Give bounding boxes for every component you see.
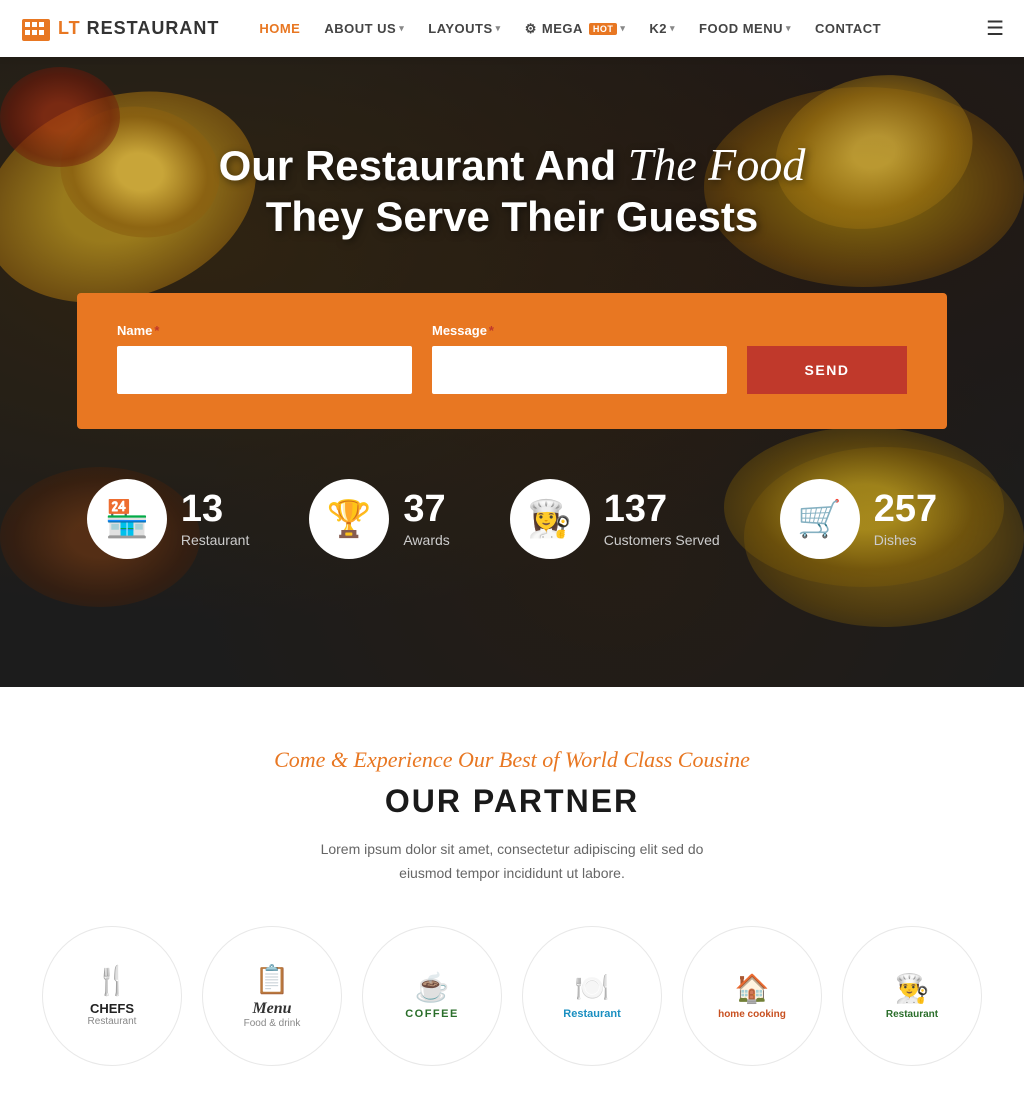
stat-label-awards: Awards <box>403 532 449 548</box>
homecooking-icon: 🏠 <box>735 972 770 1005</box>
chevron-down-icon: ▾ <box>786 23 791 34</box>
stat-item-dishes: 🛒 257 Dishes <box>780 479 937 559</box>
stat-icon-dishes: 🛒 <box>780 479 860 559</box>
partner-logo-restaurant[interactable]: 🍽️ Restaurant <box>522 926 662 1066</box>
hot-badge: HOT <box>589 23 618 35</box>
partner-subtitle: Come & Experience Our Best of World Clas… <box>40 747 984 773</box>
nav-item-home[interactable]: HOME <box>249 15 310 42</box>
rest2-name: Restaurant <box>886 1009 938 1020</box>
nav-item-k2[interactable]: K2 ▾ <box>639 15 685 42</box>
send-button[interactable]: SEND <box>747 346 907 394</box>
rest2-icon: 👨‍🍳 <box>895 972 930 1005</box>
stat-icon-customers: 👩‍🍳 <box>510 479 590 559</box>
stat-item-customers: 👩‍🍳 137 Customers Served <box>510 479 720 559</box>
logo[interactable]: LT RESTAURANT <box>20 13 219 45</box>
food-deco-tomato <box>0 67 120 167</box>
chefs-icon: 🍴 <box>95 964 130 997</box>
stat-label-restaurant: Restaurant <box>181 532 249 548</box>
chevron-down-icon: ▾ <box>670 23 675 34</box>
name-input[interactable] <box>117 346 412 394</box>
partner-title: OUR PARTNER <box>40 783 984 820</box>
stat-item-restaurant: 🏪 13 Restaurant <box>87 479 249 559</box>
partner-logo-rest2[interactable]: 👨‍🍳 Restaurant <box>842 926 982 1066</box>
globe-icon: ⚙ <box>525 21 537 37</box>
chevron-down-icon: ▾ <box>496 23 501 34</box>
partner-logo-chefs[interactable]: 🍴 CHEFS Restaurant <box>42 926 182 1066</box>
stat-number-awards: 37 <box>403 490 449 528</box>
partner-logo-homecooking[interactable]: 🏠 home cooking <box>682 926 822 1066</box>
message-required: * <box>489 323 494 338</box>
hero-content: Our Restaurant And The Food They Serve T… <box>219 57 806 273</box>
logo-text: LT RESTAURANT <box>58 18 219 39</box>
chefs-name: CHEFS <box>90 1001 134 1016</box>
hero-title: Our Restaurant And The Food They Serve T… <box>219 137 806 243</box>
partner-logo-coffee[interactable]: ☕ COFFEE <box>362 926 502 1066</box>
message-form-group: Message* <box>432 323 727 394</box>
homecooking-name: home cooking <box>718 1009 786 1020</box>
stat-number-dishes: 257 <box>874 490 937 528</box>
partner-logos: 🍴 CHEFS Restaurant 📋 Menu Food & drink ☕… <box>40 926 984 1066</box>
partner-section: Come & Experience Our Best of World Clas… <box>0 687 1024 1116</box>
stat-text-restaurant: 13 Restaurant <box>181 490 249 548</box>
stat-icon-awards: 🏆 <box>309 479 389 559</box>
name-label: Name* <box>117 323 412 338</box>
partner-description: Lorem ipsum dolor sit amet, consectetur … <box>312 838 712 886</box>
message-input[interactable] <box>432 346 727 394</box>
nav-links: HOME ABOUT US ▾ LAYOUTS ▾ ⚙ MEGA HOT ▾ K… <box>249 15 986 43</box>
restaurant-icon: 🏪 <box>104 498 149 540</box>
nav-item-contact[interactable]: CONTACT <box>805 15 891 42</box>
nav-item-layouts[interactable]: LAYOUTS ▾ <box>418 15 510 42</box>
name-required: * <box>154 323 159 338</box>
stat-icon-restaurant: 🏪 <box>87 479 167 559</box>
restaurant2-icon: 🍽️ <box>575 971 610 1004</box>
hero-title-cursive: The Food <box>628 139 806 190</box>
contact-form-section: Name* Message* SEND <box>77 293 947 429</box>
form-row: Name* Message* SEND <box>117 323 907 394</box>
partner-logo-menu[interactable]: 📋 Menu Food & drink <box>202 926 342 1066</box>
stat-text-customers: 137 Customers Served <box>604 490 720 548</box>
hero-section: Our Restaurant And The Food They Serve T… <box>0 57 1024 687</box>
chevron-down-icon: ▾ <box>620 23 625 34</box>
message-label: Message* <box>432 323 727 338</box>
stat-item-awards: 🏆 37 Awards <box>309 479 449 559</box>
menu-icon: 📋 <box>255 963 290 996</box>
menu-name: Menu <box>252 1000 291 1018</box>
stat-text-awards: 37 Awards <box>403 490 449 548</box>
name-form-group: Name* <box>117 323 412 394</box>
stat-number-restaurant: 13 <box>181 490 249 528</box>
restaurant2-name: Restaurant <box>563 1008 620 1020</box>
hamburger-menu[interactable]: ☰ <box>986 16 1004 41</box>
stat-label-customers: Customers Served <box>604 532 720 548</box>
coffee-icon: ☕ <box>415 971 450 1004</box>
stat-label-dishes: Dishes <box>874 532 937 548</box>
stat-text-dishes: 257 Dishes <box>874 490 937 548</box>
coffee-name: COFFEE <box>405 1008 459 1020</box>
chevron-down-icon: ▾ <box>399 23 404 34</box>
nav-item-about[interactable]: ABOUT US ▾ <box>314 15 414 42</box>
chef-icon: 👩‍🍳 <box>527 498 572 540</box>
stat-number-customers: 137 <box>604 490 720 528</box>
chefs-sub: Restaurant <box>88 1016 137 1027</box>
stats-section: 🏪 13 Restaurant 🏆 37 Awards 👩‍🍳 137 Cust… <box>0 429 1024 599</box>
navbar: LT RESTAURANT HOME ABOUT US ▾ LAYOUTS ▾ … <box>0 0 1024 57</box>
logo-icon <box>20 13 52 45</box>
dishes-icon: 🛒 <box>797 498 842 540</box>
nav-item-food-menu[interactable]: FOOD MENU ▾ <box>689 15 801 42</box>
nav-item-mega[interactable]: ⚙ MEGA HOT ▾ <box>515 15 636 43</box>
trophy-icon: 🏆 <box>327 498 372 540</box>
menu-sub: Food & drink <box>244 1018 301 1029</box>
